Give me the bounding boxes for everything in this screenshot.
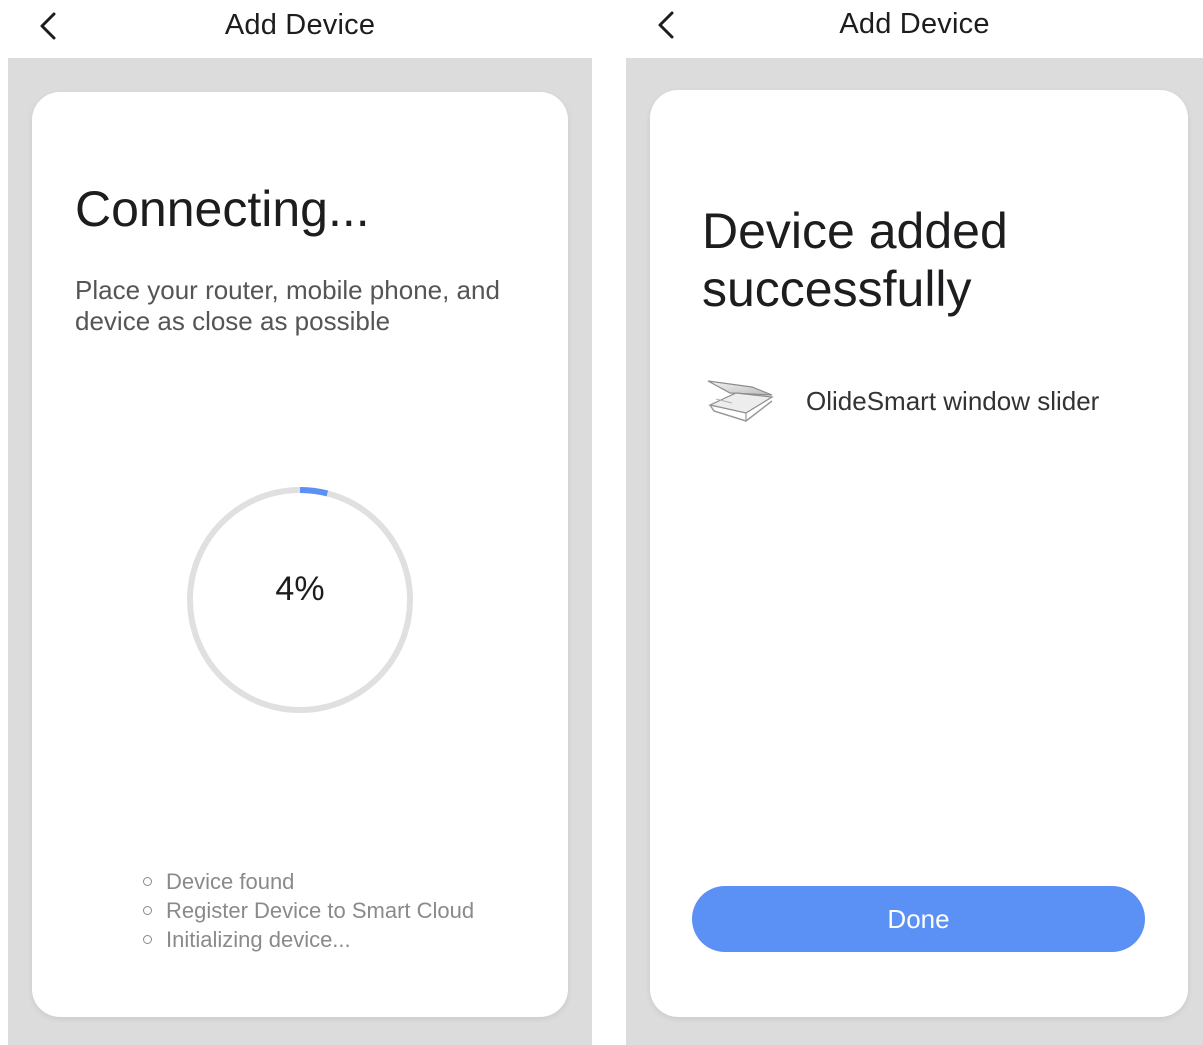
step-bullet-icon: [143, 935, 152, 944]
navigation-bar: Add Device: [626, 0, 1203, 58]
step-label: Register Device to Smart Cloud: [166, 898, 475, 923]
step-label: Device found: [166, 869, 295, 894]
step-label: Initializing device...: [166, 927, 351, 952]
connecting-card: Connecting... Place your router, mobile …: [32, 92, 568, 1017]
success-card: Device added successfully OlideSmart win…: [650, 90, 1188, 1017]
added-device: OlideSmart window slider: [702, 375, 1162, 435]
navigation-bar: Add Device: [8, 0, 592, 58]
step-item: Device found: [142, 867, 474, 896]
step-bullet-icon: [143, 877, 152, 886]
step-bullet-icon: [143, 906, 152, 915]
connecting-title: Connecting...: [75, 181, 370, 237]
success-screen: Add Device Device added successfully Oli…: [626, 0, 1203, 1045]
connection-steps: Device found Register Device to Smart Cl…: [142, 867, 474, 954]
progress-percent: 4%: [275, 570, 325, 608]
page-title: Add Device: [224, 9, 376, 41]
progress-ring: 4%: [182, 482, 418, 718]
step-item: Register Device to Smart Cloud: [142, 896, 474, 925]
window-slider-icon: [707, 380, 774, 422]
page-title: Add Device: [839, 8, 990, 40]
success-title: Device added successfully: [702, 203, 1008, 317]
done-button[interactable]: Done: [692, 886, 1145, 952]
step-item: Initializing device...: [142, 925, 474, 954]
device-name: OlideSmart window slider: [806, 386, 1100, 416]
connecting-hint: Place your router, mobile phone, and dev…: [75, 275, 500, 336]
connecting-screen: Add Device Connecting... Place your rout…: [8, 0, 592, 1045]
